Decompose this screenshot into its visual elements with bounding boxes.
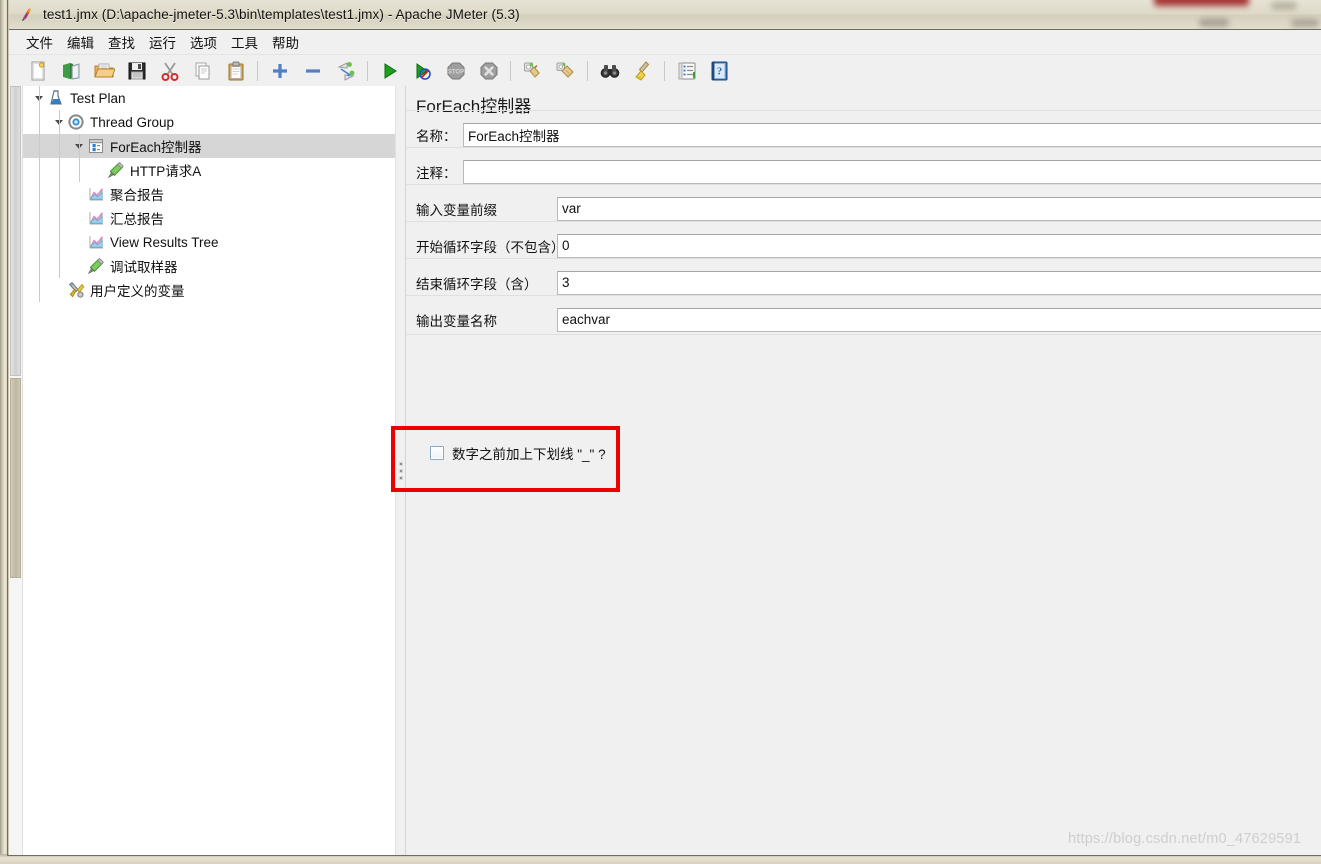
application-window: test1.jmx (D:\apache-jmeter-5.3\bin\temp…	[0, 0, 1321, 864]
window-frame-inner-border	[7, 0, 1321, 856]
